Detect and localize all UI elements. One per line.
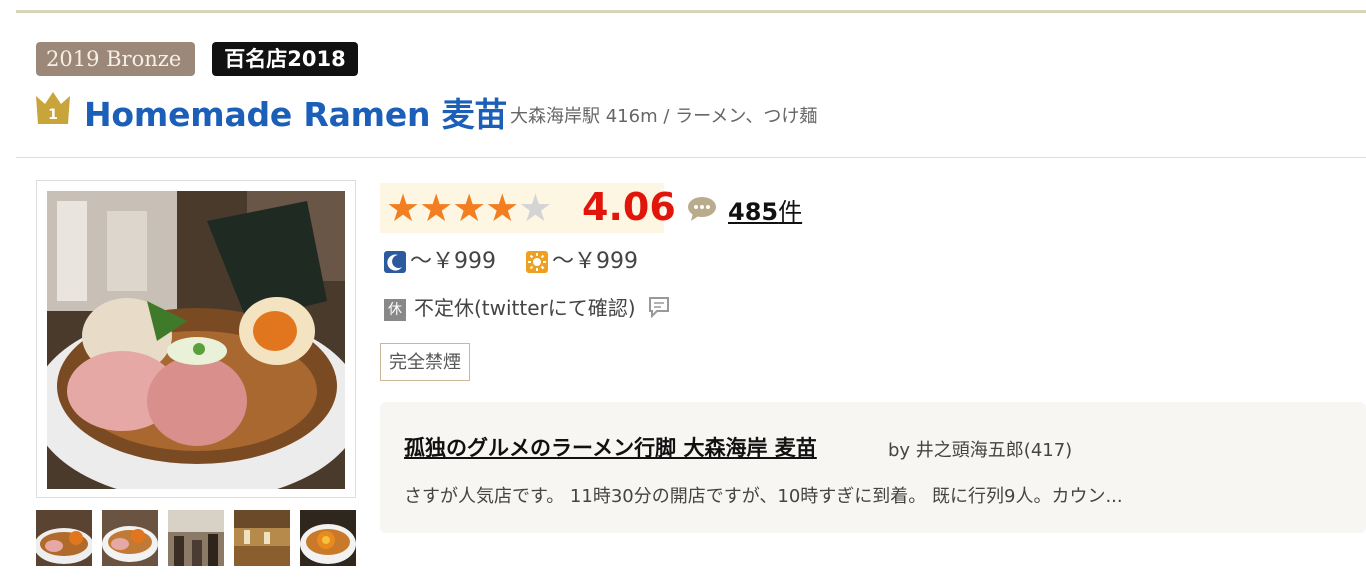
holiday-row: 休不定休(twitterにて確認) <box>384 292 670 323</box>
featured-review-card: 孤独のグルメのラーメン行脚 大森海岸 麦苗 by 井之頭海五郎(417) さすが… <box>380 402 1366 533</box>
price-row: ～￥999 ～￥999 <box>384 243 638 275</box>
star-filled-icon: ★ <box>452 186 486 230</box>
comment-bubble-icon <box>687 196 717 222</box>
comment-note-icon[interactable] <box>648 296 670 323</box>
rank-crown-icon: 1 <box>36 92 70 124</box>
holiday-icon: 休 <box>384 298 406 321</box>
photo-thumbnail[interactable] <box>36 510 92 566</box>
review-excerpt: さすが人気店です。 11時30分の開店ですが、10時すぎに到着。 既に行列9人。… <box>404 486 1123 507</box>
moon-icon <box>384 251 406 273</box>
star-filled-icon: ★ <box>386 186 420 230</box>
review-title-link[interactable]: 孤独のグルメのラーメン行脚 大森海岸 麦苗 <box>404 432 817 462</box>
review-author[interactable]: by 井之頭海五郎(417) <box>888 436 1072 462</box>
rating-box: ★★★★★ 4.06 <box>380 183 676 233</box>
star-filled-icon: ★ <box>419 186 453 230</box>
photo-thumbnail[interactable] <box>300 510 356 566</box>
photo-thumbnail[interactable] <box>168 510 224 566</box>
holiday-text: 不定休(twitterにて確認) <box>414 296 636 320</box>
rank-number: 1 <box>48 107 58 123</box>
restaurant-area-genre: 大森海岸駅 416m / ラーメン、つけ麺 <box>510 106 818 127</box>
lunch-price: ～￥999 <box>552 249 638 274</box>
restaurant-name-link[interactable]: Homemade Ramen 麦苗 <box>84 88 507 136</box>
star-filled-icon: ★ <box>485 186 519 230</box>
ramen-photo[interactable] <box>47 191 345 489</box>
review-count-link[interactable]: 485件 <box>728 192 802 227</box>
photo-thumbnail[interactable] <box>102 510 158 566</box>
award-bronze-badge[interactable]: 2019 Bronze <box>36 42 195 76</box>
header-divider <box>16 157 1366 158</box>
photo-thumbnail[interactable] <box>234 510 290 566</box>
hyakumeiten-badge[interactable]: 百名店2018 <box>212 42 358 76</box>
review-count-suffix: 件 <box>778 198 803 226</box>
star-empty-icon: ★ <box>518 186 552 230</box>
main-photo[interactable] <box>36 180 356 498</box>
top-divider <box>16 10 1366 13</box>
dinner-price: ～￥999 <box>410 249 496 274</box>
sun-icon <box>526 251 548 273</box>
rating-score: 4.06 <box>582 185 676 229</box>
rating-stars: ★★★★★ <box>386 186 552 230</box>
smoking-tag: 完全禁煙 <box>380 343 470 381</box>
review-count-number: 485 <box>728 198 779 226</box>
